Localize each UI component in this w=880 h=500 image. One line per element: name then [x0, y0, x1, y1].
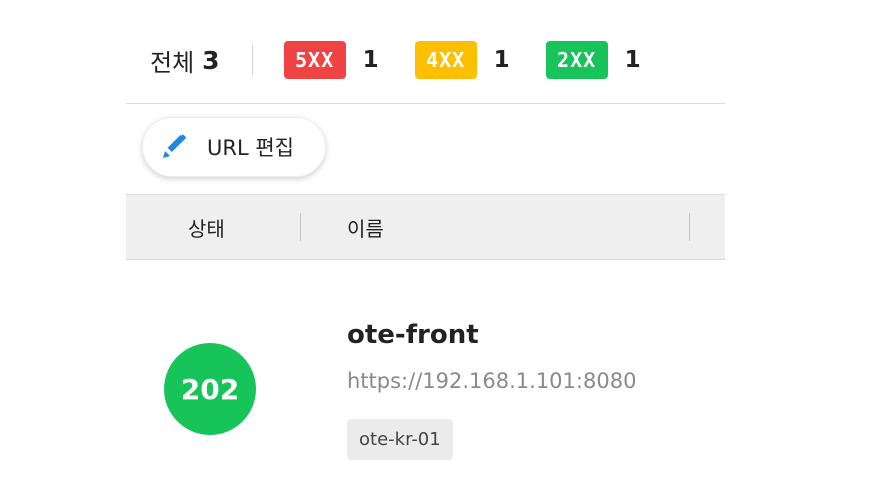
- total-count: 3: [202, 45, 220, 75]
- badge-4xx-count: 1: [493, 47, 510, 73]
- badge-2xx-count: 1: [624, 47, 641, 73]
- endpoint-url: https://192.168.1.101:8080: [347, 369, 637, 393]
- edit-url-label: URL 편집: [207, 136, 294, 160]
- status-summary: 전체 3 5XX 1 4XX 1 2XX 1: [150, 36, 677, 84]
- column-resize-handle[interactable]: [689, 213, 690, 241]
- filter-4xx[interactable]: 4XX 1: [414, 41, 510, 79]
- pencil-icon: [159, 132, 189, 162]
- edit-url-button[interactable]: URL 편집: [142, 117, 326, 177]
- filter-5xx[interactable]: 5XX 1: [283, 41, 379, 79]
- status-code-badge: 202: [164, 343, 256, 435]
- badge-5xx-count: 1: [362, 47, 379, 73]
- endpoint-tag: ote-kr-01: [347, 419, 453, 460]
- column-header-name[interactable]: 이름: [347, 195, 384, 259]
- column-header-status[interactable]: 상태: [188, 195, 225, 259]
- filter-2xx[interactable]: 2XX 1: [545, 41, 641, 79]
- table-row[interactable]: 202 ote-front https://192.168.1.101:8080…: [126, 262, 725, 500]
- badge-4xx: 4XX: [414, 41, 477, 79]
- summary-divider-line: [126, 103, 725, 104]
- badge-2xx: 2XX: [545, 41, 608, 79]
- column-resize-handle[interactable]: [300, 213, 301, 241]
- endpoint-name[interactable]: ote-front: [347, 320, 479, 350]
- total-label: 전체: [150, 48, 195, 77]
- summary-divider: [251, 45, 253, 75]
- badge-5xx: 5XX: [283, 41, 346, 79]
- table-header: 상태 이름: [126, 194, 725, 260]
